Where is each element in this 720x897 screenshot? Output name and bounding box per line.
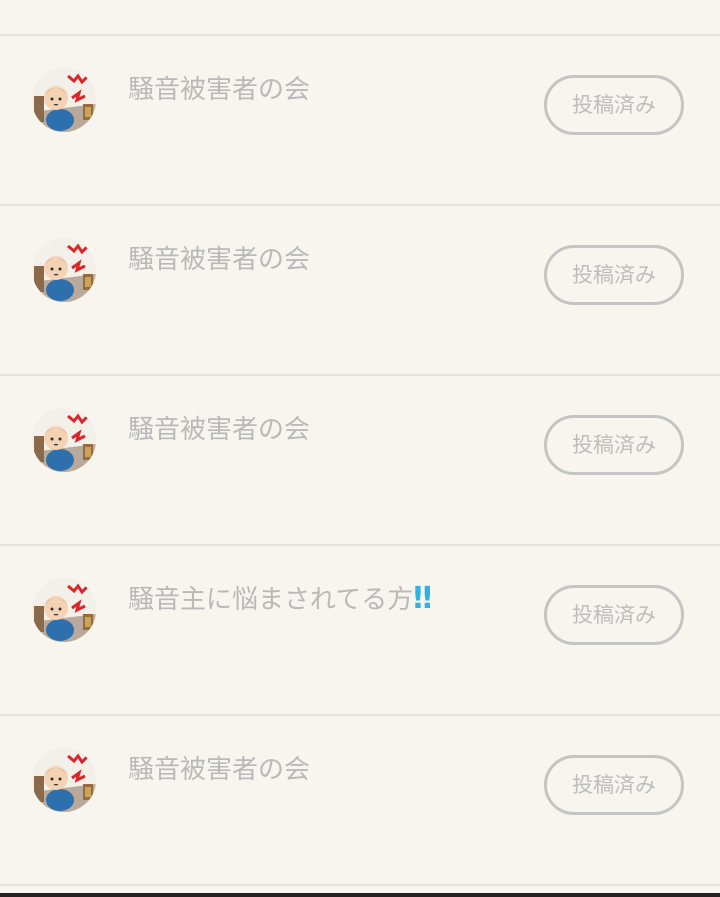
list-top-spacer	[0, 0, 720, 36]
list-item[interactable]: 騒音被害者の会 投稿済み	[0, 376, 720, 546]
posted-status-button[interactable]: 投稿済み	[544, 755, 684, 815]
post-list: 騒音被害者の会 投稿済み 騒音被害者の会 投稿済み 騒音被害者の会 投稿済み 騒…	[0, 0, 720, 886]
post-title: 騒音主に悩まされてる方‼	[128, 581, 433, 616]
post-title: 騒音被害者の会	[128, 245, 311, 275]
noise-victim-avatar-icon	[32, 408, 96, 472]
posted-status-button[interactable]: 投稿済み	[544, 245, 684, 305]
list-item[interactable]: 騒音主に悩まされてる方‼ 投稿済み	[0, 546, 720, 716]
post-title: 騒音被害者の会	[128, 755, 311, 785]
noise-victim-avatar-icon	[32, 748, 96, 812]
posted-status-button[interactable]: 投稿済み	[544, 415, 684, 475]
posted-status-button[interactable]: 投稿済み	[544, 585, 684, 645]
list-item[interactable]: 騒音被害者の会 投稿済み	[0, 716, 720, 886]
noise-victim-avatar-icon	[32, 578, 96, 642]
posted-status-button[interactable]: 投稿済み	[544, 75, 684, 135]
post-title: 騒音被害者の会	[128, 415, 311, 445]
list-item[interactable]: 騒音被害者の会 投稿済み	[0, 206, 720, 376]
post-title: 騒音被害者の会	[128, 75, 311, 105]
list-item[interactable]: 騒音被害者の会 投稿済み	[0, 36, 720, 206]
noise-victim-avatar-icon	[32, 238, 96, 302]
noise-victim-avatar-icon	[32, 68, 96, 132]
exclamation-emphasis: ‼	[413, 581, 433, 616]
bottom-edge-bar	[0, 893, 720, 897]
